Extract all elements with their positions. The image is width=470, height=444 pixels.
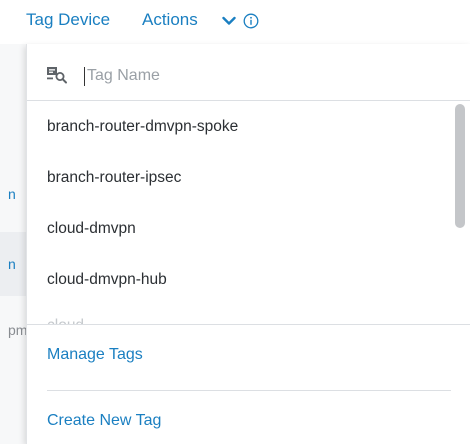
background-link-fragment[interactable]: n — [0, 186, 26, 202]
chevron-down-icon[interactable] — [222, 16, 236, 26]
toolbar: Tag Device Actions — [0, 0, 470, 45]
tag-list-item[interactable]: cloud-dmvpn — [47, 220, 136, 238]
tag-list-item[interactable]: branch-router-dmvpn-spoke — [47, 118, 238, 136]
tag-list-item[interactable]: branch-router-ipsec — [47, 169, 181, 187]
tag-search-input[interactable] — [87, 63, 447, 89]
manage-tags-link[interactable]: Manage Tags — [47, 346, 143, 364]
tag-list-item[interactable]: cloud-... — [47, 317, 102, 324]
create-new-tag-link[interactable]: Create New Tag — [47, 412, 161, 430]
tag-search-row — [27, 44, 470, 101]
tag-list[interactable]: branch-router-dmvpn-spoke branch-router-… — [27, 101, 470, 325]
info-icon[interactable] — [243, 13, 259, 29]
background-link-fragment[interactable]: n — [0, 256, 26, 272]
tag-device-button[interactable]: Tag Device — [26, 10, 110, 30]
tag-device-dropdown: branch-router-dmvpn-spoke branch-router-… — [26, 44, 470, 444]
tag-search-icon — [47, 67, 67, 84]
text-cursor — [84, 67, 85, 86]
actions-menu-button[interactable]: Actions — [142, 10, 198, 30]
tag-list-scrollbar-thumb[interactable] — [455, 104, 465, 228]
footer-divider — [47, 390, 451, 391]
tag-list-item[interactable]: cloud-dmvpn-hub — [47, 271, 167, 289]
background-text-fragment: pm — [8, 322, 26, 338]
